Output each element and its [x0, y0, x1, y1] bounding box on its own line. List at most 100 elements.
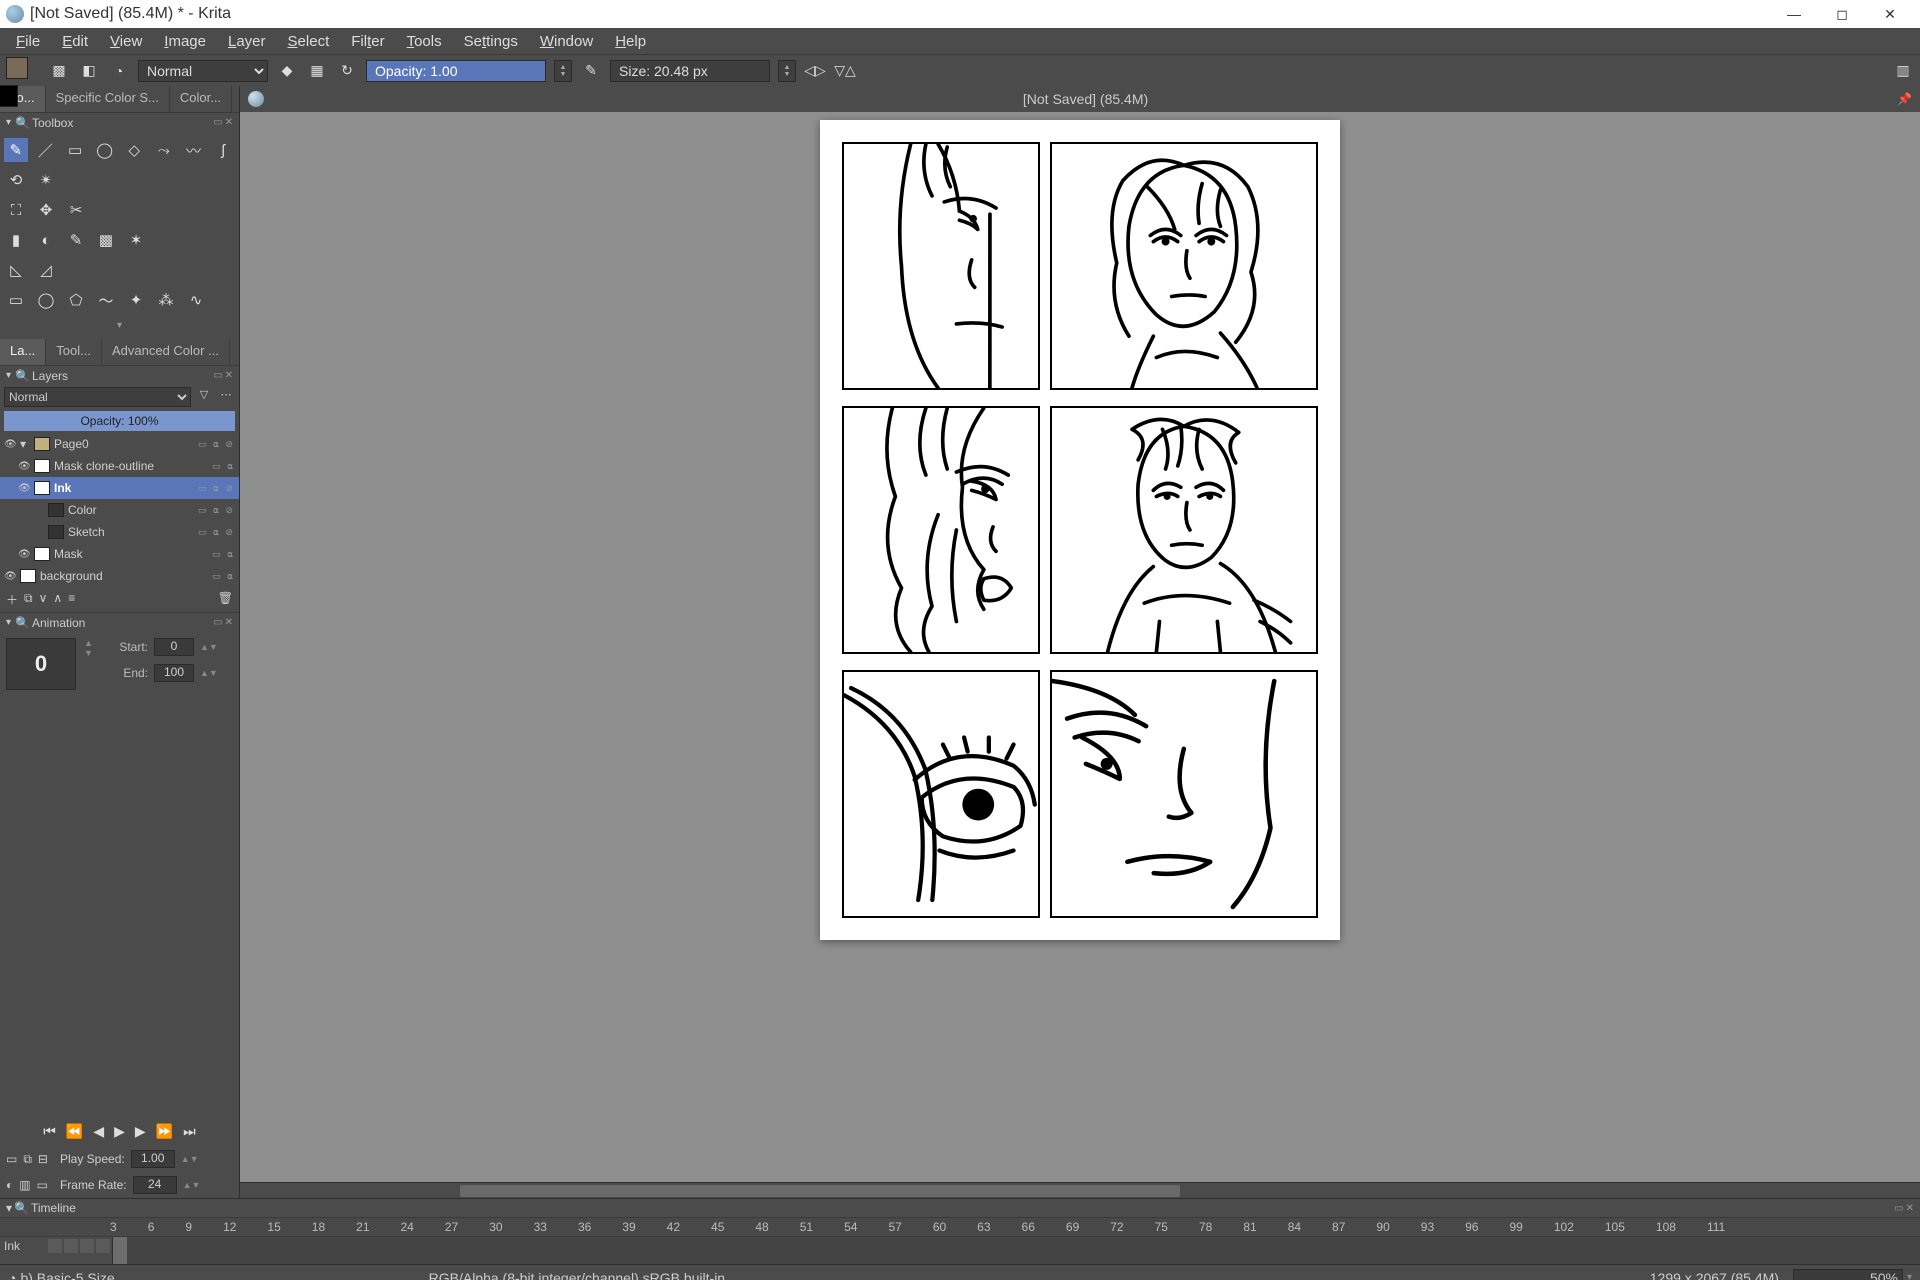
add-layer-button[interactable]: ＋ [6, 591, 18, 608]
close-dock-icon[interactable]: ✕ [225, 617, 233, 628]
brush-thumb-icon[interactable]: ◔ [8, 1270, 16, 1280]
zoom-dropdown-icon[interactable]: ▾ [1907, 1272, 1912, 1280]
collapse-icon[interactable]: ▾ [6, 117, 11, 128]
layer-menu-icon[interactable]: ⋯ [217, 388, 235, 406]
brush-preset-icon[interactable]: ◔ [108, 60, 130, 82]
end-input[interactable]: 100 [154, 664, 194, 682]
color-picker-tool[interactable]: ✎ [64, 228, 88, 252]
layer-blend-select[interactable]: Normal [4, 387, 191, 407]
freehand-path-tool[interactable]: ʃ [211, 138, 235, 162]
measure-tool[interactable]: ◿ [34, 258, 58, 282]
opacity-spinner[interactable]: ▲▼ [554, 60, 572, 82]
bezier-tool[interactable]: 〰 [182, 138, 206, 162]
menu-window[interactable]: Window [530, 31, 603, 52]
menu-settings[interactable]: Settings [454, 31, 528, 52]
menu-filter[interactable]: Filter [341, 31, 394, 52]
ellipse-select-tool[interactable]: ◯ [34, 288, 58, 312]
layer-row[interactable]: 👁Ink▭ ⍺ ⊘ [0, 477, 239, 499]
layer-row[interactable]: 👁Mask clone-outline▭ ⍺ [0, 455, 239, 477]
layer-opacity-slider[interactable]: Opacity: 100% [4, 411, 235, 431]
pattern-edit-tool[interactable]: ▩ [94, 228, 118, 252]
fill-tool[interactable]: ▮ [4, 228, 28, 252]
canvas-viewport[interactable] [240, 112, 1920, 1182]
delete-layer-button[interactable]: 🗑 [218, 591, 233, 608]
reload-preset-icon[interactable]: ↻ [336, 60, 358, 82]
onion-skin-icon[interactable]: ◐ [6, 1178, 13, 1192]
menu-help[interactable]: Help [605, 31, 656, 52]
eraser-toggle-icon[interactable]: ◆ [276, 60, 298, 82]
float-icon[interactable]: ▭ [213, 370, 222, 381]
freehand-select-tool[interactable]: 〜 [94, 288, 118, 312]
pattern-icon[interactable]: ▩ [48, 60, 70, 82]
timeline-track[interactable]: Ink [0, 1237, 1920, 1264]
close-dock-icon[interactable]: ✕ [225, 117, 233, 128]
move-tool[interactable]: ✥ [34, 198, 58, 222]
contiguous-select-tool[interactable]: ✦ [124, 288, 148, 312]
polygon-select-tool[interactable]: ⬠ [64, 288, 88, 312]
float-icon[interactable]: ▭ [1894, 1203, 1903, 1214]
keyframe[interactable] [113, 1237, 127, 1264]
dup-frame-icon[interactable]: ⧉ [23, 1152, 32, 1167]
similar-select-tool[interactable]: ⁂ [154, 288, 178, 312]
menu-select[interactable]: Select [278, 31, 340, 52]
next-keyframe-button[interactable]: ⏩ [156, 1123, 173, 1140]
multibrush-tool[interactable]: ✴ [34, 168, 58, 192]
tab-tool-opts[interactable]: Tool... [46, 339, 102, 365]
layer-row[interactable]: 👁▾Page0▭ ⍺ ⊘ [0, 433, 239, 455]
prev-frame-button[interactable]: ◀ [93, 1123, 104, 1140]
collapse-icon[interactable]: ▾ [6, 370, 11, 381]
blend-mode-select[interactable]: Normal [138, 60, 268, 82]
layer-props-button[interactable]: ≡ [68, 591, 75, 608]
framerate-input[interactable]: 24 [133, 1176, 177, 1194]
line-tool[interactable]: ／ [34, 138, 58, 162]
menu-edit[interactable]: Edit [52, 31, 98, 52]
del-frame-icon[interactable]: ⊟ [38, 1152, 48, 1166]
fg-bg-swatch[interactable] [6, 57, 40, 85]
tab-adv-color[interactable]: Advanced Color ... [102, 339, 230, 365]
close-dock-icon[interactable]: ✕ [225, 370, 233, 381]
close-button[interactable]: ✕ [1866, 0, 1914, 28]
smart-fill-tool[interactable]: ✶ [124, 228, 148, 252]
add-blank-frame-icon[interactable]: ▭ [6, 1152, 17, 1166]
audio-icon[interactable]: ▭ [37, 1178, 48, 1192]
crop-tool[interactable]: ✂ [64, 198, 88, 222]
playspeed-input[interactable]: 1.00 [131, 1150, 175, 1168]
toolbox-expander[interactable]: ▾ [4, 318, 235, 333]
float-icon[interactable]: ▭ [213, 617, 222, 628]
gradient-icon[interactable]: ◧ [78, 60, 100, 82]
layer-row[interactable]: 👁background▭ ⍺ [0, 565, 239, 587]
tab-layers[interactable]: La... [0, 339, 46, 365]
track-toggle-icon[interactable] [64, 1239, 78, 1253]
mirror-h-icon[interactable]: ◁▷ [804, 60, 826, 82]
dynamic-brush-tool[interactable]: ⟲ [4, 168, 28, 192]
collapse-icon[interactable]: ▾ [6, 617, 11, 628]
last-frame-button[interactable]: ⏭ [183, 1123, 196, 1140]
timeline-ruler[interactable]: 3691215182124273033363942454851545760636… [0, 1217, 1920, 1237]
pin-icon[interactable]: 📌 [1897, 92, 1912, 106]
gradient-tool[interactable]: ◐ [34, 228, 58, 252]
next-frame-button[interactable]: ▶ [135, 1123, 146, 1140]
size-spinner[interactable]: ▲▼ [778, 60, 796, 82]
track-lane[interactable] [112, 1237, 1920, 1264]
opacity-slider[interactable]: Opacity: 1.00 [366, 60, 546, 82]
start-input[interactable]: 0 [154, 638, 194, 656]
menu-tools[interactable]: Tools [397, 31, 452, 52]
size-slider[interactable]: Size: 20.48 px [610, 60, 770, 82]
ellipse-tool[interactable]: ◯ [93, 138, 117, 162]
layer-row[interactable]: Sketch▭ ⍺ ⊘ [0, 521, 239, 543]
maximize-button[interactable]: ◻ [1818, 0, 1866, 28]
bezier-select-tool[interactable]: ∿ [184, 288, 208, 312]
track-toggle-icon[interactable] [80, 1239, 94, 1253]
duplicate-layer-button[interactable]: ⧉ [24, 591, 33, 608]
zoom-input[interactable]: 50% [1793, 1269, 1903, 1280]
close-dock-icon[interactable]: ✕ [1906, 1203, 1914, 1214]
move-up-button[interactable]: ∧ [53, 591, 62, 608]
collapse-icon[interactable]: ▾ [6, 1201, 12, 1215]
layer-row[interactable]: 👁Mask▭ ⍺ [0, 543, 239, 565]
polyline-tool[interactable]: ⤳ [152, 138, 176, 162]
rect-select-tool[interactable]: ▭ [4, 288, 28, 312]
layer-row[interactable]: Color▭ ⍺ ⊘ [0, 499, 239, 521]
rect-tool[interactable]: ▭ [63, 138, 87, 162]
track-toggle-icon[interactable] [48, 1239, 62, 1253]
workspace-chooser-icon[interactable]: ▥ [1892, 60, 1914, 82]
